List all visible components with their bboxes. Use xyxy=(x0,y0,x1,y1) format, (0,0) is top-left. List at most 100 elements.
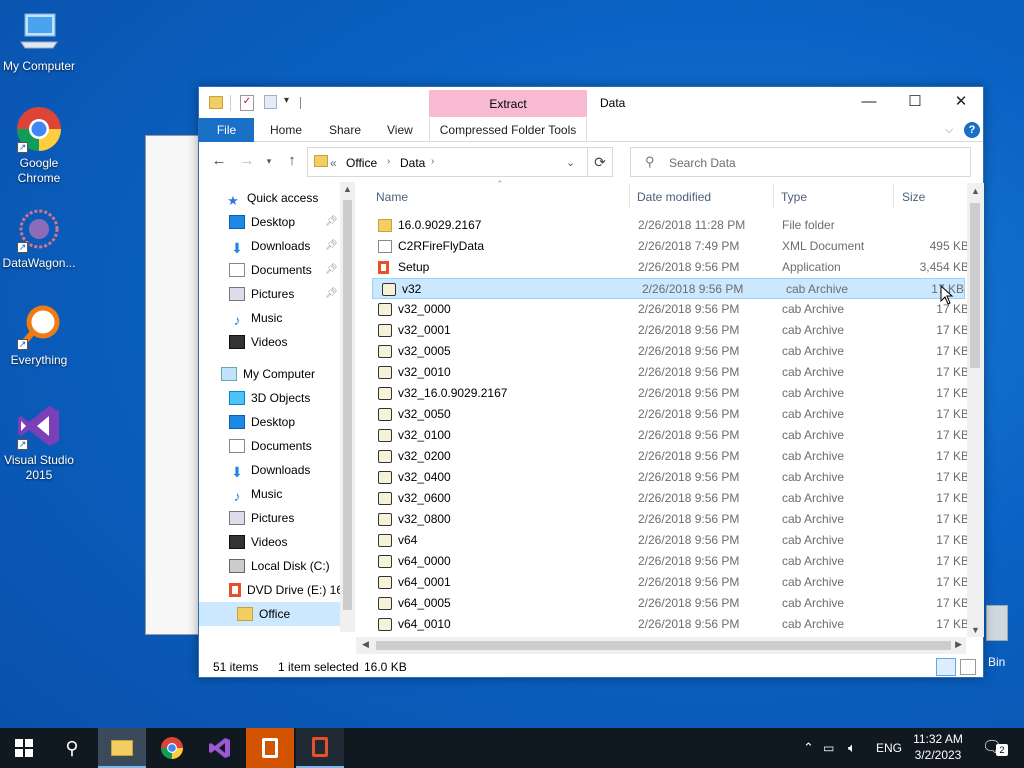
tab-extract[interactable]: Extract xyxy=(429,90,587,117)
nav-item-desktop[interactable]: Desktop 📌︎ xyxy=(229,210,338,234)
pin-icon[interactable]: 📌︎ xyxy=(325,210,338,234)
breadcrumb-office[interactable]: Office xyxy=(346,156,377,170)
chevron-right-icon[interactable]: › xyxy=(431,156,434,167)
column-divider[interactable] xyxy=(773,184,774,208)
scroll-up-icon[interactable]: ▲ xyxy=(971,186,980,196)
nav-item-local-disk-c[interactable]: Local Disk (C:) xyxy=(229,554,330,578)
pin-icon[interactable]: 📌︎ xyxy=(325,282,338,306)
network-icon[interactable]: ▭ xyxy=(823,728,834,768)
recent-locations-icon[interactable]: ▾ xyxy=(259,151,279,171)
language-indicator[interactable]: ENG xyxy=(876,728,902,768)
file-row[interactable]: v32_0050 2/26/2018 9:56 PM cab Archive 17 K… xyxy=(369,404,969,425)
nav-item-office[interactable]: Office xyxy=(199,602,340,626)
desktop-icon-recycle-bin[interactable]: Bin xyxy=(980,605,1024,669)
file-row[interactable]: v64_0001 2/26/2018 9:56 PM cab Archive 17 K… xyxy=(369,572,969,593)
close-button[interactable]: ✕ xyxy=(938,87,984,117)
volume-icon[interactable]: 🔈︎ xyxy=(848,728,856,768)
nav-item-downloads[interactable]: ⬇ Downloads xyxy=(229,458,310,482)
file-row[interactable]: v32_0005 2/26/2018 9:56 PM cab Archive 17 K… xyxy=(369,341,969,362)
nav-item-videos[interactable]: Videos xyxy=(229,530,287,554)
desktop-icon-visual-studio[interactable]: ↗ Visual Studio 2015 xyxy=(0,402,78,483)
taskbar-visual-studio[interactable] xyxy=(196,728,244,768)
file-row[interactable]: v32_0010 2/26/2018 9:56 PM cab Archive 17 K… xyxy=(369,362,969,383)
file-row[interactable]: v64_0010 2/26/2018 9:56 PM cab Archive 17 K… xyxy=(369,614,969,635)
refresh-button[interactable]: ⟳ xyxy=(588,147,613,177)
column-date-modified[interactable]: Date modified xyxy=(637,190,711,204)
scroll-down-icon[interactable]: ▼ xyxy=(971,625,980,635)
tab-share[interactable]: Share xyxy=(329,118,361,142)
tab-file[interactable]: File xyxy=(199,118,254,142)
new-folder-icon[interactable] xyxy=(264,95,277,109)
scroll-up-icon[interactable]: ▲ xyxy=(343,184,352,194)
nav-item-pictures[interactable]: Pictures xyxy=(229,506,294,530)
desktop-icon-my-computer[interactable]: My Computer xyxy=(0,8,78,74)
pin-icon[interactable]: 📌︎ xyxy=(325,258,338,282)
nav-scrollbar[interactable]: ▲ xyxy=(340,182,355,632)
clock[interactable]: 11:32 AM 3/2/2023 xyxy=(906,728,970,768)
taskbar-office-app[interactable] xyxy=(296,728,344,768)
show-hidden-icons[interactable]: ⌃ xyxy=(803,728,814,768)
scrollbar-thumb[interactable] xyxy=(376,641,951,650)
forward-button[interactable]: → xyxy=(237,151,257,171)
address-bar[interactable]: « Office › Data › ⌄ xyxy=(307,147,588,177)
file-row[interactable]: v32_16.0.9029.2167 2/26/2018 9:56 PM cab A… xyxy=(369,383,969,404)
minimize-button[interactable]: — xyxy=(846,87,892,117)
column-name[interactable]: Name xyxy=(376,190,408,204)
file-list-scrollbar[interactable]: ▲ ▼ xyxy=(967,183,984,637)
scrollbar-thumb[interactable] xyxy=(343,200,352,610)
taskbar-chrome[interactable] xyxy=(148,728,196,768)
customize-qat-icon[interactable]: ▾ xyxy=(284,95,294,111)
large-icons-view-button[interactable] xyxy=(960,659,976,675)
horizontal-scrollbar[interactable]: ◀ ▶ xyxy=(356,637,966,654)
nav-item-downloads[interactable]: ⬇ Downloads 📌︎ xyxy=(229,234,338,258)
nav-item-pictures[interactable]: Pictures 📌︎ xyxy=(229,282,338,306)
scrollbar-thumb[interactable] xyxy=(970,203,980,368)
file-row[interactable]: v64_0005 2/26/2018 9:56 PM cab Archive 17 K… xyxy=(369,593,969,614)
taskbar-office-setup[interactable] xyxy=(246,728,294,768)
file-row[interactable]: v64_0000 2/26/2018 9:56 PM cab Archive 17 K… xyxy=(369,551,969,572)
desktop-icon-datawagon[interactable]: ↗ DataWagon... xyxy=(0,205,78,271)
back-button[interactable]: ← xyxy=(209,151,229,171)
column-size[interactable]: Size xyxy=(902,190,925,204)
file-row[interactable]: Setup 2/26/2018 9:56 PM Application 3,454 K… xyxy=(369,257,969,278)
nav-item-documents[interactable]: Documents 📌︎ xyxy=(229,258,338,282)
help-icon[interactable]: ? xyxy=(964,122,980,138)
file-row[interactable]: v32_0600 2/26/2018 9:56 PM cab Archive 17 K… xyxy=(369,488,969,509)
file-row[interactable]: v32_0100 2/26/2018 9:56 PM cab Archive 17 K… xyxy=(369,425,969,446)
nav-item-music[interactable]: ♪ Music xyxy=(229,306,283,330)
tab-compressed-folder-tools[interactable]: Compressed Folder Tools xyxy=(429,118,587,142)
properties-icon[interactable]: ✓ xyxy=(240,95,254,111)
scroll-right-icon[interactable]: ▶ xyxy=(955,639,962,650)
file-row[interactable]: v32_0800 2/26/2018 9:56 PM cab Archive 17 K… xyxy=(369,509,969,530)
file-row[interactable]: v32_0200 2/26/2018 9:56 PM cab Archive 17 K… xyxy=(369,446,969,467)
breadcrumb-data[interactable]: Data xyxy=(400,156,425,170)
file-row[interactable]: 16.0.9029.2167 2/26/2018 11:28 PM File fol… xyxy=(369,215,969,236)
nav-item-music[interactable]: ♪ Music xyxy=(229,482,283,506)
file-row[interactable]: C2RFireFlyData 2/26/2018 7:49 PM XML Docum… xyxy=(369,236,969,257)
taskbar-file-explorer[interactable] xyxy=(98,728,146,768)
details-view-button[interactable] xyxy=(936,658,956,676)
column-divider[interactable] xyxy=(893,184,894,208)
nav-item-desktop[interactable]: Desktop xyxy=(229,410,295,434)
nav-item-dvd-drive-e-16[interactable]: DVD Drive (E:) 16 xyxy=(229,578,343,602)
nav-item-my-computer[interactable]: My Computer xyxy=(221,362,315,386)
file-row[interactable]: v32_0001 2/26/2018 9:56 PM cab Archive 17 K… xyxy=(369,320,969,341)
breadcrumb-overflow[interactable]: « xyxy=(330,156,337,170)
file-row[interactable]: v32 2/26/2018 9:56 PM cab Archive 17 KB xyxy=(372,278,965,299)
file-row[interactable]: v32_0000 2/26/2018 9:56 PM cab Archive 17 K… xyxy=(369,299,969,320)
desktop-icon-everything[interactable]: ↗ Everything xyxy=(0,302,78,368)
nav-item-documents[interactable]: Documents xyxy=(229,434,312,458)
tab-home[interactable]: Home xyxy=(270,118,302,142)
start-button[interactable] xyxy=(0,728,48,768)
maximize-button[interactable]: ☐ xyxy=(892,87,938,117)
scroll-left-icon[interactable]: ◀ xyxy=(362,639,369,650)
expand-ribbon-icon[interactable]: ⌵ xyxy=(945,118,953,142)
chevron-right-icon[interactable]: › xyxy=(387,156,390,167)
pin-icon[interactable]: 📌︎ xyxy=(325,234,338,258)
search-input[interactable]: ⚲ Search Data xyxy=(630,147,971,177)
column-type[interactable]: Type xyxy=(781,190,807,204)
file-row[interactable]: v64 2/26/2018 9:56 PM cab Archive 17 KB xyxy=(369,530,969,551)
search-icon[interactable]: ⚲ xyxy=(48,728,96,768)
file-row[interactable]: v32_0400 2/26/2018 9:56 PM cab Archive 17 K… xyxy=(369,467,969,488)
desktop-icon-chrome[interactable]: ↗ Google Chrome xyxy=(0,105,78,186)
